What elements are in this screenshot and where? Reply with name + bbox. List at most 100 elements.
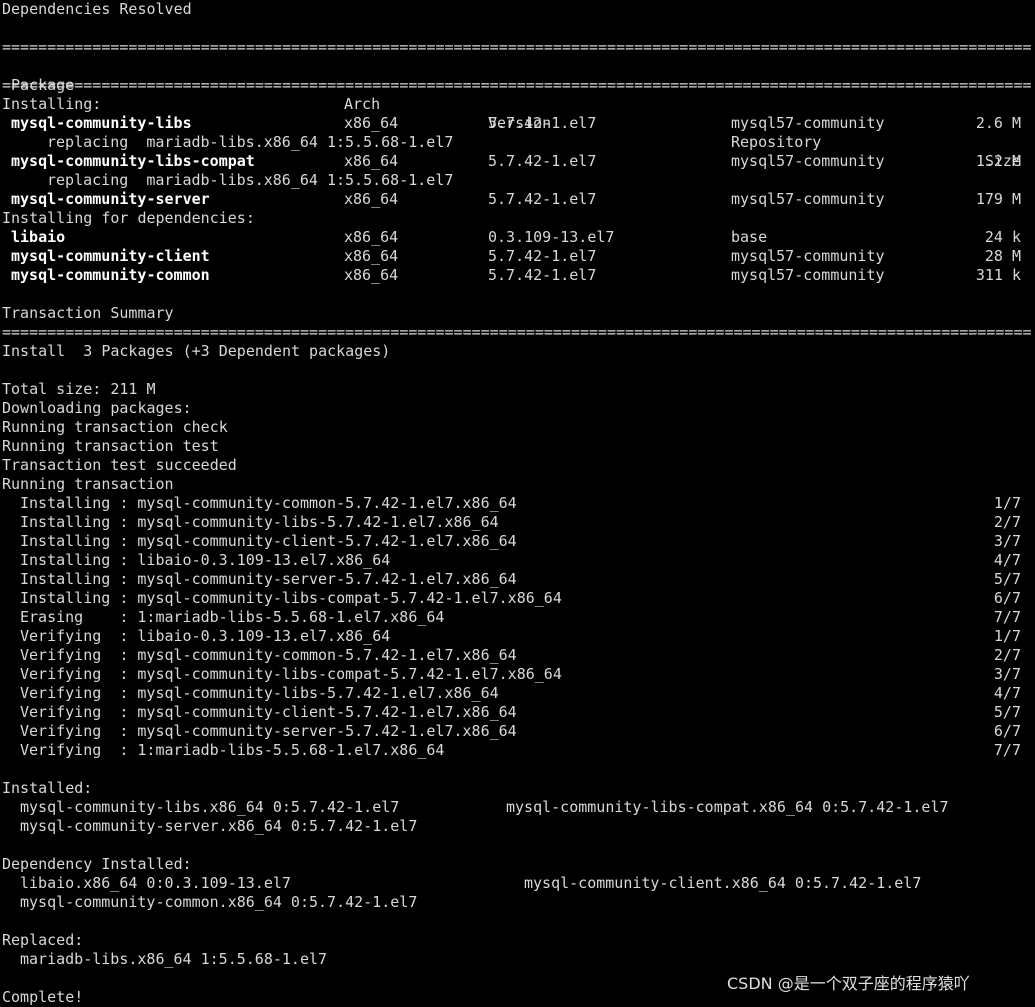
transaction-step: Installing : libaio-0.3.109-13.el7.x86_6… [2,551,1032,570]
replacing-text: replacing mariadb-libs.x86_64 1:5.5.68-1… [47,171,454,189]
step-text: Verifying : mysql-community-server-5.7.4… [20,722,517,740]
transaction-step: Verifying : mysql-community-libs-compat-… [2,665,1032,684]
package-arch: x86_64 [344,152,399,170]
result-row: libaio.x86_64 0:0.3.109-13.el7 mysql-comm… [2,874,1032,893]
transaction-step: Verifying : mysql-community-client-5.7.4… [2,703,1032,722]
step-text: Erasing : 1:mariadb-libs-5.5.68-1.el7.x8… [20,608,445,626]
package-size: 24 k [984,228,1021,246]
separator-line: ========================================… [2,76,1032,94]
package-size: 311 k [975,266,1021,284]
package-name: libaio [11,228,66,246]
step-count: 2/7 [993,646,1021,664]
step-text: Installing : mysql-community-libs-compat… [20,589,562,607]
header-line: Dependencies Resolved [2,0,1032,19]
step-count: 7/7 [993,608,1021,626]
package-repository: base [731,228,768,246]
transaction-step: Installing : mysql-community-libs-5.7.42… [2,513,1032,532]
result-row: mariadb-libs.x86_64 1:5.5.68-1.el7 [2,950,1032,969]
package-repository: mysql57-community [731,247,885,265]
result-package: mysql-community-server.x86_64 0:5.7.42-1… [20,817,418,835]
installed-list: mysql-community-libs.x86_64 0:5.7.42-1.e… [2,798,1032,836]
package-version: 5.7.42-1.el7 [488,266,597,284]
step-count: 5/7 [993,570,1021,588]
transaction-step: Installing : mysql-community-common-5.7.… [2,494,1032,513]
transaction-step: Verifying : libaio-0.3.109-13.el7.x86_64… [2,627,1032,646]
package-version: 5.7.42-1.el7 [488,190,597,208]
package-arch: x86_64 [344,114,399,132]
terminal-output: Dependencies Resolved ==================… [2,0,1032,1007]
step-text: Verifying : mysql-community-libs-5.7.42-… [20,684,499,702]
step-text: Verifying : 1:mariadb-libs-5.5.68-1.el7.… [20,741,445,759]
log-line: Total size: 211 M [2,380,156,398]
installing-list: mysql-community-libs x86_64 5.7.42-1.el7 my… [2,114,1032,209]
package-row: libaio x86_64 0.3.109-13.el7 base 24 k [2,228,1032,247]
replaced-label: Replaced: [2,931,84,949]
step-count: 1/7 [993,627,1021,645]
step-text: Verifying : mysql-community-libs-compat-… [20,665,562,683]
result-package: mariadb-libs.x86_64 1:5.5.68-1.el7 [20,950,328,968]
separator-line: ========================================… [2,38,1032,56]
package-repository: mysql57-community [731,266,885,284]
summary-label: Transaction Summary [2,304,174,322]
replacing-row: replacing mariadb-libs.x86_64 1:5.5.68-1… [2,171,1032,190]
step-count: 6/7 [993,722,1021,740]
package-version: 5.7.42-1.el7 [488,247,597,265]
log-line: Running transaction test [2,437,219,455]
column-header-row: Package Arch Version Repository Size [2,57,1032,170]
result-row: mysql-community-libs.x86_64 0:5.7.42-1.e… [2,798,1032,817]
package-repository: mysql57-community [731,114,885,132]
package-version: 0.3.109-13.el7 [488,228,615,246]
log-list: Total size: 211 M Downloading packages: Ru… [2,380,1032,494]
result-package: mysql-community-client.x86_64 0:5.7.42-1… [524,874,922,892]
summary-line: Install 3 Packages (+3 Dependent package… [2,342,391,360]
step-text: Verifying : mysql-community-common-5.7.4… [20,646,517,664]
step-count: 5/7 [993,703,1021,721]
result-package: mysql-community-libs.x86_64 0:5.7.42-1.e… [20,798,400,816]
step-count: 6/7 [993,589,1021,607]
installed-label: Installed: [2,779,93,797]
package-repository: mysql57-community [731,152,885,170]
package-size: 1.2 M [975,152,1021,170]
step-text: Verifying : mysql-community-client-5.7.4… [20,703,517,721]
result-package: libaio.x86_64 0:0.3.109-13.el7 [20,874,291,892]
result-package: mysql-community-common.x86_64 0:5.7.42-1… [20,893,418,911]
package-arch: x86_64 [344,190,399,208]
result-package: mysql-community-libs-compat.x86_64 0:5.7… [506,798,949,816]
transaction-step: Verifying : mysql-community-common-5.7.4… [2,646,1032,665]
step-count: 1/7 [993,494,1021,512]
package-row: mysql-community-server x86_64 5.7.42-1.el7… [2,190,1032,209]
package-row: mysql-community-common x86_64 5.7.42-1.el7… [2,266,1032,285]
installing-label: Installing: [2,95,102,113]
deps-label: Installing for dependencies: [2,209,255,227]
step-count: 3/7 [993,665,1021,683]
result-row: mysql-community-common.x86_64 0:5.7.42-1… [2,893,1032,912]
package-arch: x86_64 [344,247,399,265]
log-line: Downloading packages: [2,399,192,417]
step-text: Installing : mysql-community-server-5.7.… [20,570,517,588]
step-count: 2/7 [993,513,1021,531]
package-version: 5.7.42-1.el7 [488,114,597,132]
step-count: 7/7 [993,741,1021,759]
transaction-step: Installing : mysql-community-libs-compat… [2,589,1032,608]
replacing-row: replacing mariadb-libs.x86_64 1:5.5.68-1… [2,133,1032,152]
transaction-step: Installing : mysql-community-client-5.7.… [2,532,1032,551]
result-row: mysql-community-server.x86_64 0:5.7.42-1… [2,817,1032,836]
package-name: mysql-community-server [11,190,210,208]
transaction-steps: Installing : mysql-community-common-5.7.… [2,494,1032,760]
package-version: 5.7.42-1.el7 [488,152,597,170]
replaced-list: mariadb-libs.x86_64 1:5.5.68-1.el7 [2,950,1032,969]
step-text: Installing : mysql-community-common-5.7.… [20,494,517,512]
log-line: Running transaction [2,475,174,493]
package-name: mysql-community-libs-compat [11,152,255,170]
step-text: Installing : mysql-community-libs-5.7.42… [20,513,499,531]
replacing-text: replacing mariadb-libs.x86_64 1:5.5.68-1… [47,133,454,151]
package-row: mysql-community-libs-compat x86_64 5.7.42-… [2,152,1032,171]
package-size: 179 M [975,190,1021,208]
step-count: 4/7 [993,684,1021,702]
package-repository: mysql57-community [731,190,885,208]
